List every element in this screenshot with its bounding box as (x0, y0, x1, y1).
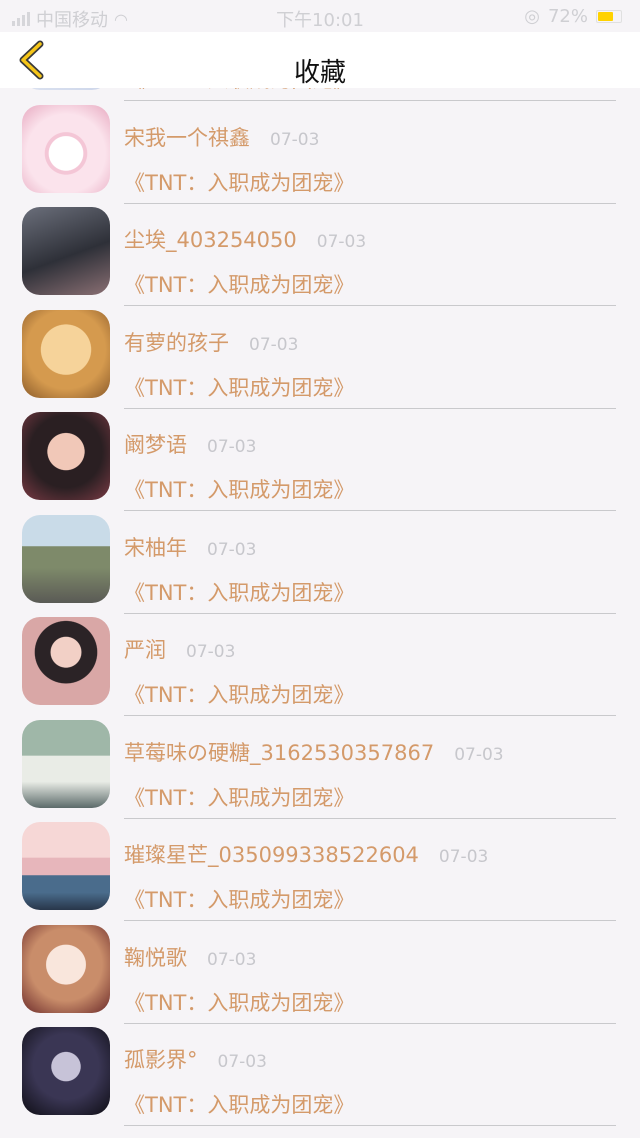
item-header: 宋我一个祺鑫 07-03 (124, 122, 319, 152)
nav-bar: 收藏 (0, 32, 640, 88)
divider (124, 305, 616, 306)
user-name[interactable]: 宋柚年 (124, 532, 187, 562)
item-date: 07-03 (217, 1052, 267, 1072)
item-date: 07-03 (438, 847, 489, 867)
item-header: 严润 07-03 (124, 634, 235, 664)
user-avatar[interactable] (22, 924, 110, 1013)
item-date: 07-03 (207, 539, 257, 560)
divider (124, 715, 616, 716)
book-title-link[interactable]: 《TNT：入职成为团宠》 (124, 269, 354, 299)
item-header: 璀璨星芒_035099338522604 07-03 (124, 839, 488, 869)
favorite-item[interactable]: 璀璨星芒_035099338522604 07-03 《TNT：入职成为团宠》 (0, 822, 640, 925)
book-title-link[interactable]: 《TNT：入职成为团宠》 (124, 372, 354, 402)
favorite-item[interactable]: 阚梦语 07-03 《TNT：入职成为团宠》 (0, 412, 640, 515)
item-date: 07-03 (270, 129, 320, 150)
divider (124, 202, 616, 204)
favorite-item[interactable]: 宋柚年 07-03 《TNT：入职成为团宠》 (0, 514, 640, 618)
divider (124, 407, 616, 409)
item-header: 宋柚年 07-03 (124, 532, 256, 562)
divider (124, 1125, 616, 1126)
divider (124, 817, 616, 819)
book-title-link[interactable]: 《TNT：入职成为团宠》 (124, 474, 354, 504)
item-date: 07-03 (454, 744, 504, 765)
status-right: ◎ 72% (524, 6, 622, 27)
favorite-item[interactable]: 尘埃_403254050 07-03 《TNT：入职成为团宠》 (0, 207, 640, 310)
book-title-link[interactable]: 《TNT：入职成为团宠》 (124, 679, 354, 709)
user-avatar[interactable] (22, 514, 110, 603)
user-avatar[interactable] (22, 412, 110, 500)
favorite-item[interactable]: 宋我一个祺鑫 07-03 《TNT：入职成为团宠》 (0, 104, 640, 208)
battery-percent: 72% (547, 6, 588, 27)
book-title-link[interactable]: 《TNT：入职成为团宠》 (124, 884, 354, 914)
user-name[interactable]: 尘埃_403254050 (124, 224, 297, 254)
user-avatar[interactable] (22, 207, 110, 295)
user-name[interactable]: 璀璨星芒_035099338522604 (124, 839, 419, 869)
favorite-item[interactable]: 严润 07-03 《TNT：入职成为团宠》 (0, 617, 640, 720)
item-header: 孤影界° 07-03 (124, 1044, 267, 1074)
book-title-link[interactable]: 《TNT：入职成为团宠》 (124, 782, 354, 812)
user-name[interactable]: 严润 (124, 634, 166, 664)
item-header: 尘埃_403254050 07-03 (124, 224, 366, 254)
item-header: 阚梦语 07-03 (124, 429, 256, 459)
user-avatar[interactable] (22, 822, 110, 910)
favorites-list[interactable]: 《TNT：入职成为团宠》宋我一个祺鑫07-03《TNT：入职成为团宠》尘埃_40… (0, 32, 640, 1138)
divider (124, 510, 616, 511)
item-header: 鞠悦歌 07-03 (124, 942, 256, 972)
user-avatar[interactable] (22, 309, 110, 398)
item-date: 07-03 (207, 437, 257, 457)
page-title: 收藏 (293, 58, 346, 88)
book-title-link[interactable]: 《TNT：入职成为团宠》 (124, 577, 354, 607)
user-avatar[interactable] (22, 617, 110, 705)
item-date: 07-03 (316, 232, 367, 252)
book-title-link[interactable]: 《TNT：入职成为团宠》 (124, 987, 354, 1017)
book-title-link[interactable]: 《TNT：入职成为团宠》 (124, 1089, 354, 1119)
item-header: 草莓味の硬糖_3162530357867 07-03 (124, 737, 504, 767)
user-name[interactable]: 宋我一个祺鑫 (124, 122, 250, 152)
divider (124, 920, 616, 921)
book-title-link[interactable]: 《TNT：入职成为团宠》 (124, 167, 354, 197)
battery-fill (598, 12, 614, 21)
item-date: 07-03 (207, 949, 257, 970)
divider (124, 612, 616, 614)
user-name[interactable]: 鞠悦歌 (124, 942, 187, 972)
status-bar: 中国移动 ◠ 下午10:01 ◎ 72% (0, 0, 640, 32)
user-name[interactable]: 阚梦语 (124, 429, 187, 459)
divider (124, 100, 616, 101)
user-avatar[interactable] (22, 719, 110, 808)
favorite-item[interactable]: 草莓味の硬糖_3162530357867 07-03 《TNT：入职成为团宠》 (0, 719, 640, 823)
favorite-item[interactable]: 孤影界° 07-03 《TNT：入职成为团宠》 (0, 1027, 640, 1130)
favorite-item[interactable]: 鞠悦歌 07-03 《TNT：入职成为团宠》 (0, 924, 640, 1028)
user-avatar[interactable] (22, 1027, 110, 1115)
item-date: 07-03 (186, 642, 236, 662)
item-date: 07-03 (249, 334, 299, 355)
user-name[interactable]: 有萝的孩子 (124, 327, 229, 357)
user-avatar[interactable] (22, 104, 110, 193)
item-header: 有萝的孩子 07-03 (124, 327, 298, 357)
battery-icon (596, 10, 622, 23)
user-name[interactable]: 草莓味の硬糖_3162530357867 (124, 737, 434, 767)
alarm-icon: ◎ (524, 6, 540, 27)
divider (124, 1022, 616, 1024)
user-name[interactable]: 孤影界° (124, 1044, 198, 1074)
favorite-item[interactable]: 有萝的孩子 07-03 《TNT：入职成为团宠》 (0, 309, 640, 413)
